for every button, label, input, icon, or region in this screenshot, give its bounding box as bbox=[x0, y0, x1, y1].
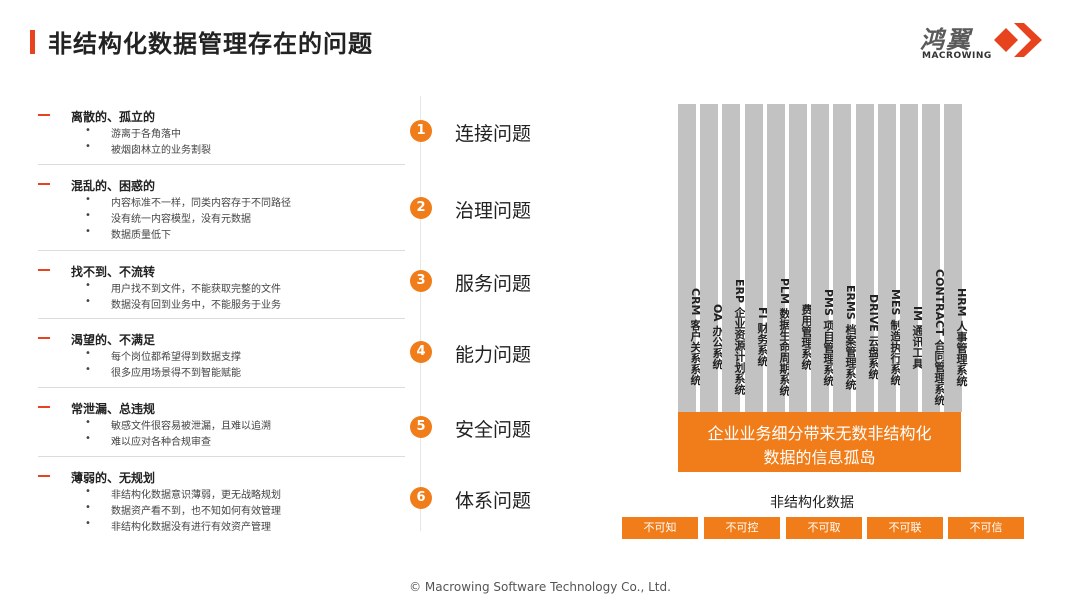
issue-label: 连接问题 bbox=[455, 123, 532, 145]
problem-divider bbox=[38, 164, 405, 165]
dash-icon bbox=[38, 183, 50, 185]
bullet-text: 敏感文件很容易被泄漏，且难以追溯 bbox=[111, 421, 271, 432]
bullet-dot-icon: • bbox=[85, 486, 91, 497]
bullet-text: 被烟囱林立的业务割裂 bbox=[111, 145, 211, 156]
issue-number-badge: 1 bbox=[410, 120, 432, 142]
bullet-dot-icon: • bbox=[85, 433, 91, 444]
problem-heading: 常泄漏、总违规 bbox=[71, 402, 156, 416]
problem-heading: 混乱的、困惑的 bbox=[71, 179, 156, 193]
problem-heading: 找不到、不流转 bbox=[71, 265, 156, 279]
bullet-dot-icon: • bbox=[85, 210, 91, 221]
unstructured-data-label: 非结构化数据 bbox=[770, 495, 854, 511]
dash-icon bbox=[38, 475, 50, 477]
page-title: 非结构化数据管理存在的问题 bbox=[48, 30, 373, 58]
problem-divider bbox=[38, 387, 405, 388]
unstructured-tag: 不可联 bbox=[867, 517, 943, 539]
bullet-text: 很多应用场景得不到智能赋能 bbox=[111, 368, 241, 379]
bullet-text: 数据资产看不到，也不知如何有效管理 bbox=[111, 506, 281, 517]
unstructured-tag: 不可控 bbox=[704, 517, 780, 539]
bullet-dot-icon: • bbox=[85, 364, 91, 375]
dash-icon bbox=[38, 337, 50, 339]
issue-number-badge: 4 bbox=[410, 341, 432, 363]
bullet-text: 游离于各角落中 bbox=[111, 129, 181, 140]
copyright-footer: © Macrowing Software Technology Co., Ltd… bbox=[409, 580, 671, 594]
problem-divider bbox=[38, 318, 405, 319]
issue-number-badge: 3 bbox=[410, 270, 432, 292]
dash-icon bbox=[38, 114, 50, 116]
logo-chinese-text: 鸿翼 bbox=[920, 26, 972, 54]
bullet-text: 非结构化数据没有进行有效资产管理 bbox=[111, 522, 271, 533]
bullet-text: 用户找不到文件，不能获取完整的文件 bbox=[111, 284, 281, 295]
bullet-text: 没有统一内容模型，没有元数据 bbox=[111, 214, 251, 225]
bullet-text: 非结构化数据意识薄弱，更无战略规划 bbox=[111, 490, 281, 501]
dash-icon bbox=[38, 406, 50, 408]
bullet-dot-icon: • bbox=[85, 226, 91, 237]
logo-english-text: MACROWING bbox=[922, 51, 992, 61]
dash-icon bbox=[38, 269, 50, 271]
unstructured-tag: 不可取 bbox=[786, 517, 862, 539]
bullet-text: 每个岗位都希望得到数据支撑 bbox=[111, 352, 241, 363]
issue-label: 安全问题 bbox=[455, 419, 532, 441]
logo-arrow-icon bbox=[994, 23, 1042, 57]
issue-number-badge: 5 bbox=[410, 416, 432, 438]
bullet-dot-icon: • bbox=[85, 518, 91, 529]
title-accent-bar bbox=[30, 30, 35, 54]
issue-label: 服务问题 bbox=[455, 273, 532, 295]
column-divider bbox=[420, 96, 421, 531]
banner-line-2: 数据的信息孤岛 bbox=[763, 448, 876, 467]
problem-heading: 渴望的、不满足 bbox=[71, 333, 156, 347]
banner-line-1: 企业业务细分带来无数非结构化 bbox=[707, 424, 932, 443]
bullet-text: 数据质量低下 bbox=[111, 230, 171, 241]
problem-heading: 薄弱的、无规划 bbox=[71, 471, 156, 485]
unstructured-tag: 不可知 bbox=[622, 517, 698, 539]
bullet-dot-icon: • bbox=[85, 502, 91, 513]
issue-label: 能力问题 bbox=[455, 344, 532, 366]
issue-number-badge: 6 bbox=[410, 487, 432, 509]
problem-divider bbox=[38, 250, 405, 251]
bullet-dot-icon: • bbox=[85, 141, 91, 152]
bullet-dot-icon: • bbox=[85, 348, 91, 359]
info-island-banner: 企业业务细分带来无数非结构化 数据的信息孤岛 bbox=[678, 412, 961, 472]
bullet-text: 内容标准不一样，同类内容存于不同路径 bbox=[111, 198, 291, 209]
issue-label: 治理问题 bbox=[455, 200, 532, 222]
bullet-dot-icon: • bbox=[85, 296, 91, 307]
system-pillar: HRM 人事管理系统 bbox=[944, 104, 968, 412]
bullet-dot-icon: • bbox=[85, 194, 91, 205]
bullet-dot-icon: • bbox=[85, 280, 91, 291]
bullet-text: 数据没有回到业务中，不能服务于业务 bbox=[111, 300, 281, 311]
bullet-text: 难以应对各种合规审查 bbox=[111, 437, 211, 448]
issue-number-badge: 2 bbox=[410, 197, 432, 219]
problem-heading: 离散的、孤立的 bbox=[71, 110, 156, 124]
system-pillar-label: HRM 人事管理系统 bbox=[955, 287, 968, 387]
problem-divider bbox=[38, 456, 405, 457]
issue-label: 体系问题 bbox=[455, 490, 532, 512]
bullet-dot-icon: • bbox=[85, 417, 91, 428]
unstructured-tag: 不可信 bbox=[948, 517, 1024, 539]
bullet-dot-icon: • bbox=[85, 125, 91, 136]
company-logo: 鸿翼 MACROWING bbox=[920, 20, 1060, 70]
